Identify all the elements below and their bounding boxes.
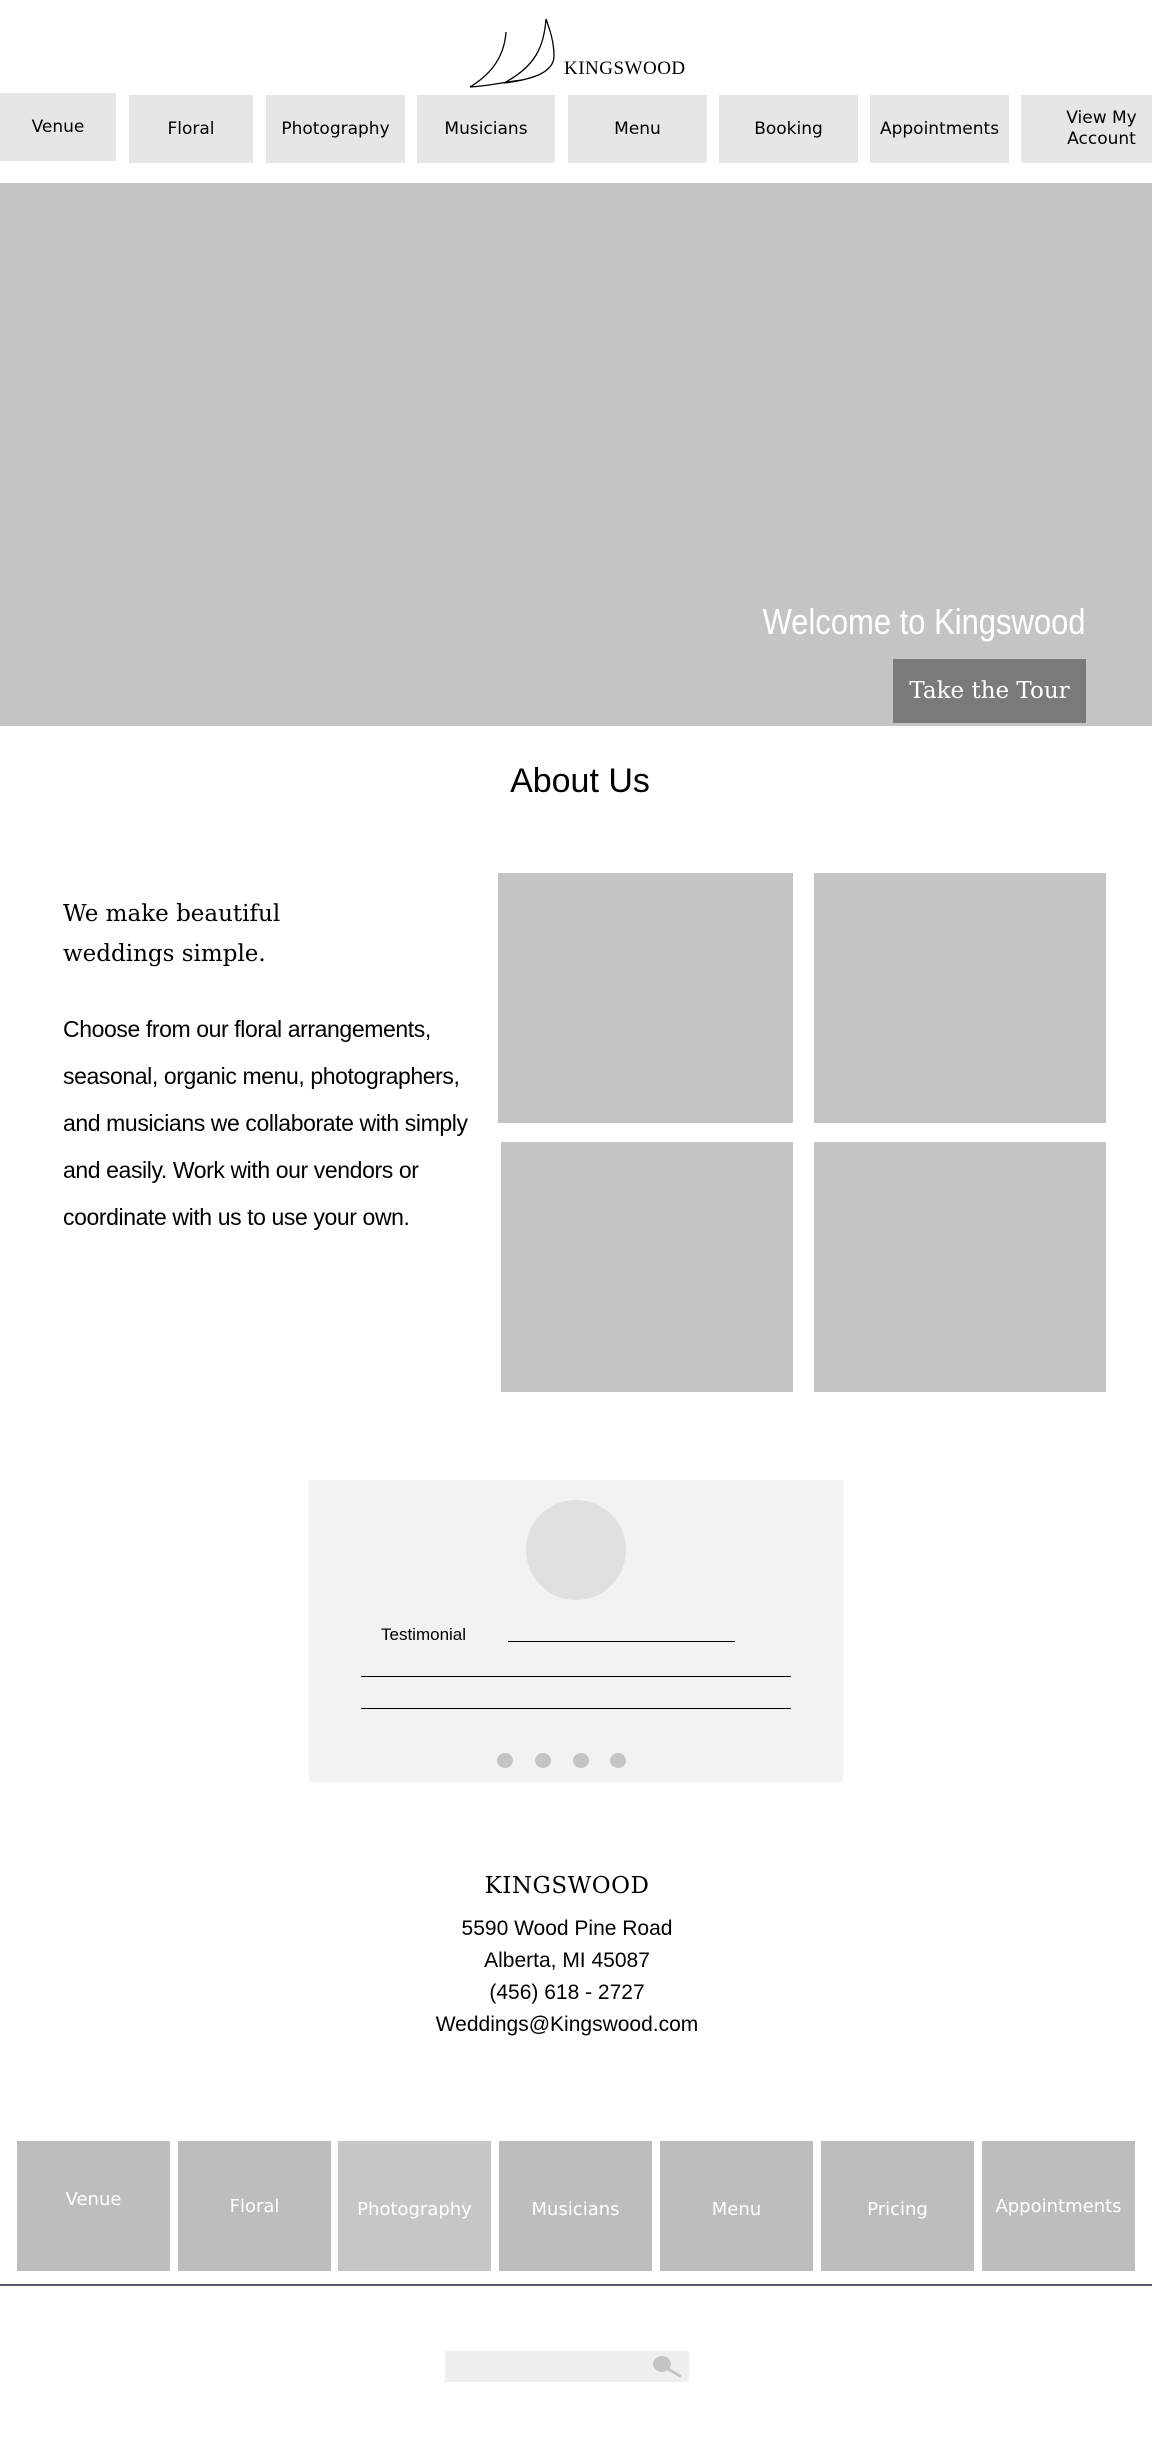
carousel-dot[interactable] (535, 1753, 551, 1768)
take-the-tour-button[interactable]: Take the Tour (893, 659, 1086, 723)
testimonial-label: Testimonial (381, 1625, 467, 1644)
footer-venue[interactable]: Venue (17, 2141, 170, 2271)
hero-title: Welcome to Kingswood (763, 601, 1086, 642)
nav-view-my-account[interactable]: View My Account (1021, 95, 1152, 163)
hero-banner: Welcome to Kingswood Take the Tour (0, 183, 1152, 726)
leaf-logo-icon (469, 18, 555, 88)
brand-name: KINGSWOOD (564, 58, 686, 79)
avatar (526, 1500, 626, 1600)
footer-musicians[interactable]: Musicians (499, 2141, 652, 2271)
gallery-image (814, 873, 1106, 1123)
phone-number: (456) 618 - 2727 (489, 1981, 645, 2004)
text-placeholder-line (361, 1708, 791, 1709)
email-link[interactable]: Weddings@Kingswood.com (0, 2013, 1134, 2037)
nav-venue[interactable]: Venue (0, 93, 116, 161)
nav-menu[interactable]: Menu (568, 95, 707, 163)
footer-appointments[interactable]: Appointments (982, 2141, 1135, 2271)
nav-floral[interactable]: Floral (129, 95, 253, 163)
nav-booking[interactable]: Booking (719, 95, 858, 163)
about-heading: We make beautiful weddings simple. (63, 901, 281, 967)
address-line-1: 5590 Wood Pine Road (461, 1917, 673, 1940)
nav-photography[interactable]: Photography (266, 95, 405, 163)
search-icon[interactable] (650, 2355, 684, 2379)
carousel-dot[interactable] (497, 1753, 513, 1768)
gallery-image (501, 1142, 793, 1392)
gallery-image (498, 873, 793, 1123)
carousel-dot[interactable] (573, 1753, 589, 1768)
contact-brand: KINGSWOOD (484, 1873, 650, 1899)
gallery-image (814, 1142, 1106, 1392)
nav-appointments[interactable]: Appointments (870, 95, 1009, 163)
about-body: Choose from our floral arrangements, sea… (63, 1016, 468, 1230)
footer-divider (0, 2284, 1152, 2286)
text-placeholder-line (508, 1641, 735, 1642)
footer-menu[interactable]: Menu (660, 2141, 813, 2271)
footer-photography[interactable]: Photography (338, 2141, 491, 2271)
address-line-2: Alberta, MI 45087 (484, 1949, 650, 1972)
carousel-dot[interactable] (610, 1753, 626, 1768)
about-title: About Us (510, 762, 650, 800)
nav-musicians[interactable]: Musicians (417, 95, 555, 163)
text-placeholder-line (361, 1676, 791, 1677)
footer-pricing[interactable]: Pricing (821, 2141, 974, 2271)
footer-floral[interactable]: Floral (178, 2141, 331, 2271)
